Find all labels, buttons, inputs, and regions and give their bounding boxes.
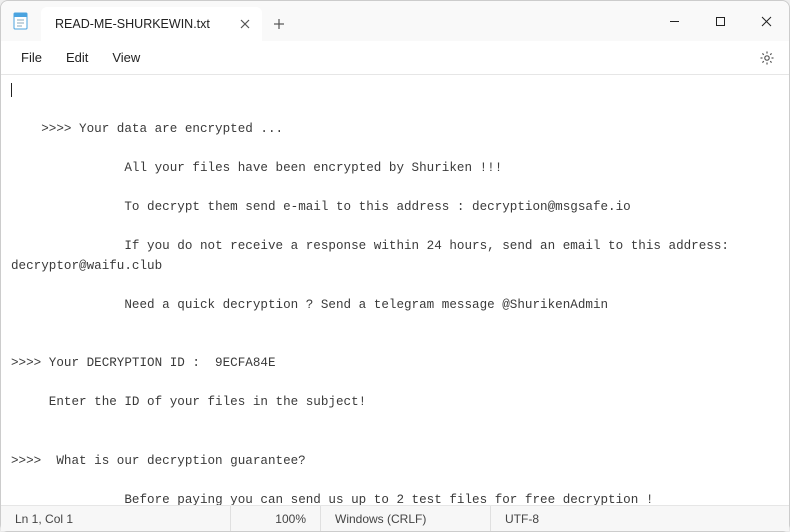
menu-file[interactable]: File	[9, 46, 54, 69]
tab-title: READ-ME-SHURKEWIN.txt	[55, 17, 210, 31]
gear-icon	[759, 50, 775, 66]
status-position: Ln 1, Col 1	[1, 506, 231, 531]
file-tab[interactable]: READ-ME-SHURKEWIN.txt	[41, 7, 262, 41]
new-tab-button[interactable]	[262, 7, 296, 41]
app-icon	[1, 1, 41, 41]
status-encoding: UTF-8	[491, 506, 789, 531]
maximize-button[interactable]	[697, 1, 743, 41]
titlebar: READ-ME-SHURKEWIN.txt	[1, 1, 789, 41]
document-body: >>>> Your data are encrypted ... All you…	[11, 122, 737, 505]
statusbar: Ln 1, Col 1 100% Windows (CRLF) UTF-8	[1, 505, 789, 531]
text-cursor	[11, 83, 12, 97]
notepad-window: READ-ME-SHURKEWIN.txt File Edit View	[0, 0, 790, 532]
status-line-ending: Windows (CRLF)	[321, 506, 491, 531]
text-area[interactable]: >>>> Your data are encrypted ... All you…	[1, 75, 789, 505]
status-zoom[interactable]: 100%	[231, 506, 321, 531]
menubar: File Edit View	[1, 41, 789, 75]
close-tab-icon[interactable]	[238, 17, 252, 31]
close-window-button[interactable]	[743, 1, 789, 41]
minimize-button[interactable]	[651, 1, 697, 41]
window-controls	[651, 1, 789, 41]
settings-button[interactable]	[753, 50, 781, 66]
menu-view[interactable]: View	[100, 46, 152, 69]
menu-edit[interactable]: Edit	[54, 46, 100, 69]
